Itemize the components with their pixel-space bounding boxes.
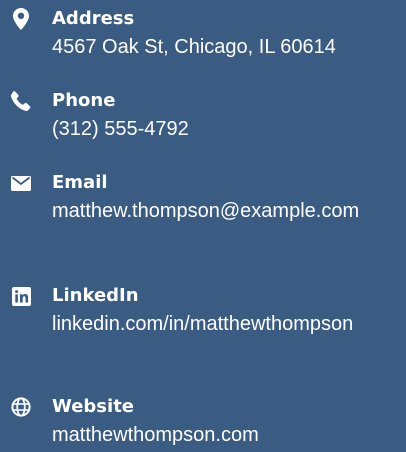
envelope-icon	[10, 172, 32, 194]
website-label: Website	[52, 396, 135, 417]
linkedin-link[interactable]: linkedin.com/in/matthewthompson	[52, 311, 406, 338]
email-link[interactable]: matthew.thompson@example.com	[52, 198, 406, 225]
map-marker-icon	[10, 8, 32, 30]
linkedin-label: LinkedIn	[52, 285, 139, 306]
globe-icon	[10, 396, 32, 418]
address-label: Address	[52, 8, 135, 29]
email-label: Email	[52, 172, 108, 193]
contact-list: Address 4567 Oak St, Chicago, IL 60614 P…	[0, 0, 406, 452]
phone-label: Phone	[52, 90, 116, 111]
linkedin-icon	[10, 285, 32, 307]
address-value: 4567 Oak St, Chicago, IL 60614	[52, 36, 336, 58]
website-link[interactable]: matthewthompson.com	[52, 422, 406, 449]
phone-link[interactable]: (312) 555-4792	[52, 116, 406, 143]
phone-icon	[10, 90, 32, 112]
